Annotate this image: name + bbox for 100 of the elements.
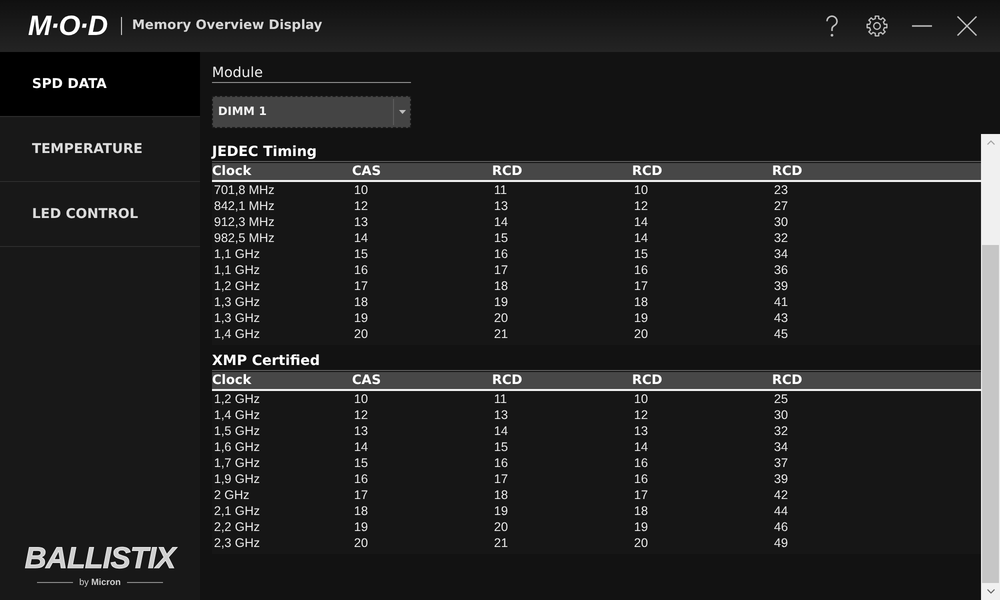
table-cell-text: 13	[493, 198, 509, 214]
table-cell-text: 43	[773, 310, 789, 326]
table-cell-text: 14	[493, 423, 509, 439]
table-cell-text: 12	[633, 198, 649, 214]
table-cell-text: 19	[633, 310, 649, 326]
table-cell-text: 1,7 GHz	[213, 455, 261, 471]
table-cell-text: 34	[773, 439, 789, 455]
table-cell-text: 2,2 GHz	[213, 519, 261, 535]
table-cell-text: 982,5 MHz	[213, 230, 276, 246]
close-icon	[957, 16, 977, 36]
table-cell-text: 18	[633, 503, 649, 519]
table-cell-text: 17	[633, 278, 649, 294]
table-cell-text: 30	[773, 214, 789, 230]
table-cell-text: 2 GHz	[213, 487, 250, 503]
table-cell-text: 2,3 GHz	[213, 535, 261, 551]
table-cell-text: 2,1 GHz	[213, 503, 261, 519]
table-cell-text: 19	[353, 310, 369, 326]
help-icon	[825, 15, 839, 37]
settings-button[interactable]	[865, 14, 889, 38]
column-header: RCD	[632, 372, 664, 389]
table-cell-text: 41	[773, 294, 789, 310]
section-title: JEDEC Timing	[212, 144, 981, 162]
table-cell-text: 21	[493, 326, 509, 342]
table-cell-text: 1,9 GHz	[213, 471, 261, 487]
table-cell-text: 14	[633, 214, 649, 230]
chevron-up-icon	[986, 140, 994, 145]
table-cell-text: 23	[773, 182, 789, 198]
table-cell-text: 44	[773, 503, 789, 519]
table-cell-text: 16	[633, 262, 649, 278]
table-cell-text: 1,4 GHz	[213, 326, 261, 342]
table-cell-text: 11	[493, 391, 508, 407]
column-header: RCD	[492, 372, 524, 389]
table-cell-text: 1,3 GHz	[213, 310, 261, 326]
table-cell-text: 1,5 GHz	[213, 423, 261, 439]
table-cell-text: 16	[493, 246, 509, 262]
table-cell-text: 45	[773, 326, 789, 342]
table-cell-text: 10	[633, 182, 649, 198]
table-cell-text: 16	[633, 471, 649, 487]
table-cell-text: 1,2 GHz	[213, 391, 261, 407]
table-cell-text: 10	[353, 182, 369, 198]
column-header: Clock	[212, 372, 252, 389]
table-cell-text: 18	[493, 278, 509, 294]
table-cell-text: 42	[773, 487, 789, 503]
column-header: RCD	[772, 163, 804, 180]
table-cell-text: 20	[353, 535, 369, 551]
brand-byline: by Micron	[79, 577, 121, 588]
table-cell-text: 34	[773, 246, 789, 262]
table-cell-text: 1,2 GHz	[213, 278, 261, 294]
table-cell-text: 15	[353, 455, 369, 471]
section-title: XMP Certified	[212, 353, 981, 371]
table-cell-text: 21	[493, 535, 509, 551]
table-cell-text: 19	[353, 519, 369, 535]
table-cell-text: 10	[353, 391, 369, 407]
table-cell-text: 12	[353, 198, 369, 214]
table-cell-text: 17	[493, 262, 509, 278]
settings-icon	[866, 15, 888, 37]
table-cell-text: 1,6 GHz	[213, 439, 261, 455]
table-cell-text: 17	[493, 471, 509, 487]
table-cell-text: 20	[353, 326, 369, 342]
table-cell-text: 701,8 MHz	[213, 182, 276, 198]
table-cell-text: 14	[353, 439, 369, 455]
table-cell-text: 842,1 MHz	[213, 198, 276, 214]
table-cell-text: 18	[493, 487, 509, 503]
table-cell-text: 36	[773, 262, 789, 278]
table-cell-text: 14	[493, 214, 509, 230]
scrollbar-thumb[interactable]	[982, 245, 999, 583]
table-cell-text: 17	[353, 487, 369, 503]
sidebar-item[interactable]: SPD DATA	[0, 52, 200, 117]
table-cell-text: 39	[773, 278, 789, 294]
table-cell-text: 15	[633, 246, 649, 262]
table-cell-text: 18	[353, 294, 369, 310]
table-cell-text: 14	[353, 230, 369, 246]
table-cell-text: 32	[773, 423, 789, 439]
chevron-down-icon	[986, 589, 994, 594]
module-dropdown[interactable]: DIMM 1	[212, 96, 411, 128]
table-cell-text: 19	[493, 294, 509, 310]
table-cell-text: 15	[493, 230, 509, 246]
table-cell-text: 30	[773, 407, 789, 423]
column-header: CAS	[352, 163, 382, 180]
table-cell-text: 13	[633, 423, 649, 439]
table-cell-text: 13	[493, 407, 509, 423]
table-cell-text: 27	[773, 198, 789, 214]
table-cell-text: 46	[773, 519, 789, 535]
table-cell-text: 32	[773, 230, 789, 246]
window-title: Memory Overview Display	[132, 17, 322, 36]
table-cell-text: 15	[353, 246, 369, 262]
column-header: RCD	[492, 163, 524, 180]
table-cell-text: 18	[353, 503, 369, 519]
table-cell-text: 16	[353, 262, 369, 278]
table-cell-text: 11	[493, 182, 508, 198]
minimize-icon	[912, 25, 932, 27]
table-cell-text: 1,1 GHz	[213, 246, 261, 262]
column-header: RCD	[772, 372, 804, 389]
table-cell-text: 16	[633, 455, 649, 471]
column-header: CAS	[352, 372, 382, 389]
table-cell-text: 12	[353, 407, 369, 423]
table-cell-text: 20	[493, 310, 509, 326]
table-cell-text: 13	[353, 423, 369, 439]
close-button[interactable]	[955, 14, 979, 38]
table-cell-text: 13	[353, 214, 369, 230]
